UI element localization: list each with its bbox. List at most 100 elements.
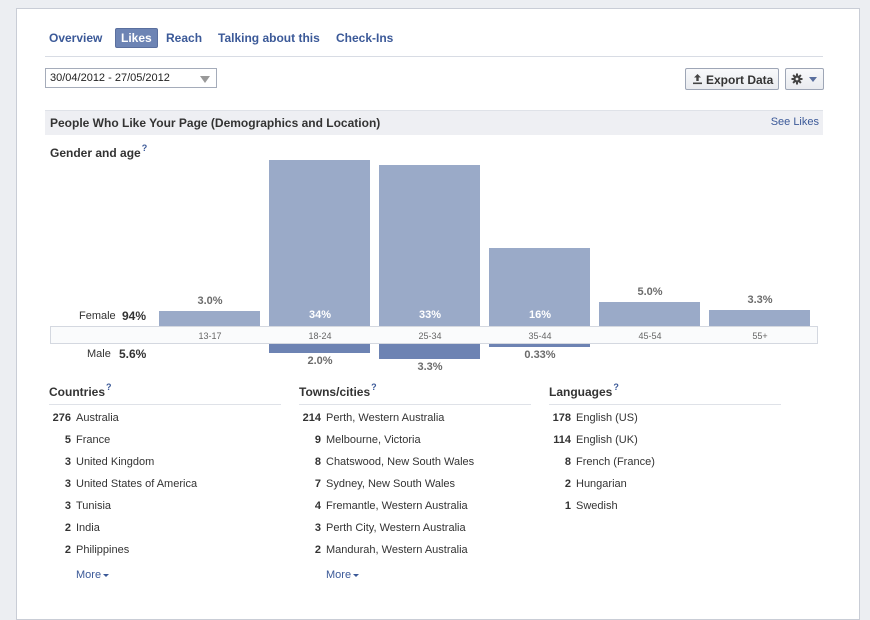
item-name: Fremantle, Western Australia [326,500,468,512]
languages-list: Languages? 178 English (US) 114 English (UK… [549,382,781,520]
item-count: 276 [52,412,71,424]
age-tick-label: 35-44 [528,331,552,341]
item-name: Perth, Western Australia [326,412,445,424]
list-item: 8 French (France) [549,454,781,476]
item-count: 2 [314,544,321,556]
female-bar[interactable] [599,302,700,326]
female-bar[interactable] [269,160,370,326]
list-item: 9 Melbourne, Victoria [299,432,531,454]
female-label: Female [79,310,116,322]
age-tick-label: 25-34 [418,331,442,341]
item-name: Philippines [76,544,130,556]
item-name: United States of America [76,478,198,490]
item-name: English (UK) [576,434,638,446]
male-bar[interactable] [269,344,370,353]
age-tick-label: 18-24 [308,331,332,341]
list-item: 3 Perth City, Western Australia [299,520,531,542]
item-count: 114 [553,434,571,446]
divider [549,404,781,405]
list-item: 2 Philippines [49,542,281,564]
list-item: 2 India [49,520,281,542]
item-name: Tunisia [76,500,112,512]
list-item: 114 English (UK) [549,432,781,454]
item-name: Melbourne, Victoria [326,434,421,446]
cities-more-link[interactable]: More [326,569,531,581]
countries-list: Countries? 276 Australia 5 France 3 United Ki… [49,382,281,581]
item-count: 178 [552,412,571,424]
female-percent: 94% [122,309,147,323]
male-value-label: 2.0% [307,355,333,367]
male-label: Male [87,348,111,360]
item-name: India [76,522,100,534]
item-count: 3 [64,500,71,512]
list-item: 214 Perth, Western Australia [299,410,531,432]
chevron-down-icon [353,573,360,577]
item-name: Hungarian [576,478,627,490]
insights-panel: Overview Likes Reach Talking about this … [16,8,860,620]
more-label: More [76,569,102,581]
male-bar[interactable] [489,344,590,347]
item-count: 3 [314,522,321,534]
item-name: English (US) [576,412,638,424]
cities-title: Towns/cities? [299,382,531,403]
item-count: 4 [314,500,321,512]
list-item: 4 Fremantle, Western Australia [299,498,531,520]
male-bar[interactable] [379,344,480,359]
item-name: United Kingdom [76,456,155,468]
item-name: Perth City, Western Australia [326,522,466,534]
item-name: Mandurah, Western Australia [326,544,468,556]
item-count: 2 [564,478,571,490]
list-item: 3 United States of America [49,476,281,498]
female-value-label: 5.0% [637,286,663,298]
divider [49,404,281,405]
item-count: 9 [314,434,321,446]
female-value-label: 34% [308,309,332,321]
list-item: 5 France [49,432,281,454]
gender-age-chart: Female 94% Male 5.6% 3.0% 13-17 34% 18-24 2.… [17,9,870,389]
item-count: 8 [314,456,321,468]
item-count: 3 [64,478,71,490]
female-bar[interactable] [159,311,260,326]
age-tick-label: 13-17 [198,331,222,341]
female-value-label: 3.0% [197,295,223,307]
male-value-label: 3.3% [417,361,443,373]
age-tick-label: 45-54 [638,331,662,341]
list-item: 1 Swedish [549,498,781,520]
item-name: French (France) [576,456,655,468]
list-item: 3 United Kingdom [49,454,281,476]
list-item: 7 Sydney, New South Wales [299,476,531,498]
female-bar[interactable] [379,165,480,326]
item-count: 5 [64,434,71,446]
list-item: 178 English (US) [549,410,781,432]
languages-title: Languages? [549,382,781,403]
cities-title-text: Towns/cities [299,385,371,399]
age-tick-label: 55+ [752,331,768,341]
help-icon[interactable]: ? [371,382,377,392]
male-value-label: 0.33% [524,349,556,361]
list-item: 2 Mandurah, Western Australia [299,542,531,564]
female-bar[interactable] [709,310,810,326]
item-count: 8 [564,456,571,468]
item-count: 214 [302,412,321,424]
cities-list: Towns/cities? 214 Perth, Western Australi… [299,382,531,581]
list-item: 8 Chatswood, New South Wales [299,454,531,476]
item-count: 1 [564,500,571,512]
more-label: More [326,569,352,581]
help-icon[interactable]: ? [613,382,619,392]
help-icon[interactable]: ? [106,382,112,392]
male-percent: 5.6% [119,347,147,361]
list-item: 3 Tunisia [49,498,281,520]
female-value-label: 16% [528,309,552,321]
item-count: 2 [64,544,71,556]
item-count: 3 [64,456,71,468]
female-value-label: 3.3% [747,294,773,306]
item-count: 2 [64,522,71,534]
list-item: 276 Australia [49,410,281,432]
countries-more-link[interactable]: More [76,569,281,581]
chevron-down-icon [103,573,110,577]
languages-title-text: Languages [549,385,613,399]
item-name: Australia [76,412,119,424]
countries-title-text: Countries [49,385,106,399]
list-item: 2 Hungarian [549,476,781,498]
item-name: Sydney, New South Wales [326,478,456,490]
